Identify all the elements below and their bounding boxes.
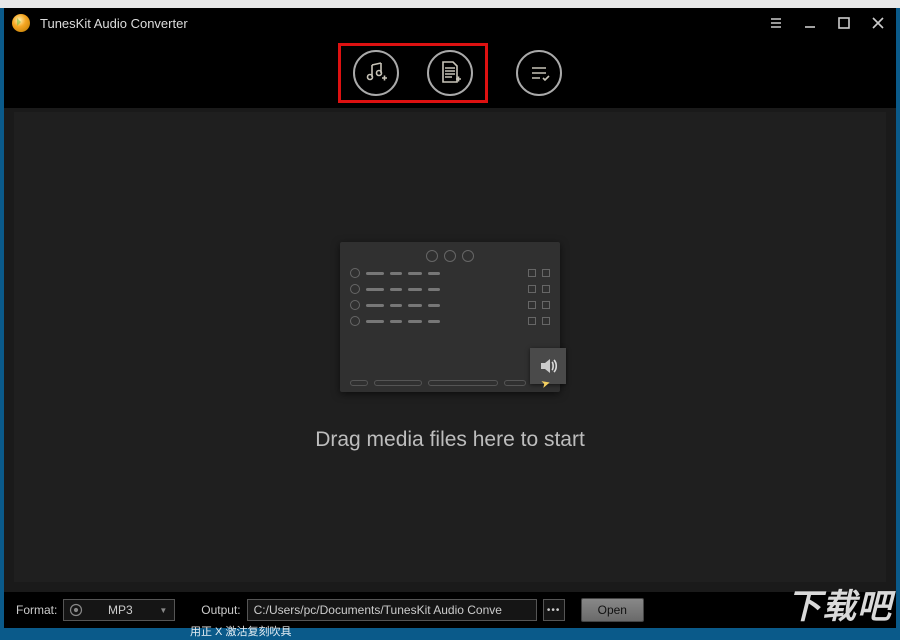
- drop-illustration: ➤: [340, 242, 560, 392]
- page-footer-strip: [0, 628, 900, 640]
- format-value: MP3: [90, 603, 150, 617]
- tutorial-highlight-box: [338, 43, 488, 103]
- browse-output-button[interactable]: •••: [543, 599, 565, 621]
- chevron-down-icon: ▼: [156, 606, 170, 615]
- file-plus-icon: [437, 60, 463, 86]
- settings-menu-button[interactable]: [516, 50, 562, 96]
- drop-zone[interactable]: ➤ Drag media files here to start: [14, 112, 886, 582]
- open-button-label: Open: [598, 603, 627, 617]
- output-label: Output:: [201, 603, 240, 617]
- open-button[interactable]: Open: [581, 598, 644, 622]
- app-title: TunesKit Audio Converter: [40, 16, 766, 31]
- close-button[interactable]: [868, 13, 888, 33]
- maximize-button[interactable]: [834, 13, 854, 33]
- titlebar: TunesKit Audio Converter: [4, 8, 896, 38]
- app-window: TunesKit Audio Converter: [4, 8, 896, 628]
- bottombar: Format: MP3 ▼ Output: C:/Users/pc/Docume…: [4, 592, 896, 628]
- add-file-button[interactable]: [427, 50, 473, 96]
- browser-chrome: [0, 0, 900, 8]
- toolbar-group: [338, 43, 562, 103]
- page-footer-text: 用正 X 激沽复刻吹具: [190, 623, 291, 639]
- format-label: Format:: [16, 603, 57, 617]
- format-type-icon: [68, 602, 84, 618]
- drop-hint-text: Drag media files here to start: [315, 428, 585, 452]
- toolbar: [4, 38, 896, 108]
- music-plus-icon: [363, 60, 389, 86]
- window-menu-icon[interactable]: [766, 13, 786, 33]
- output-path-value: C:/Users/pc/Documents/TunesKit Audio Con…: [254, 603, 502, 617]
- format-selector[interactable]: MP3 ▼: [63, 599, 175, 621]
- window-controls: [766, 13, 888, 33]
- add-music-button[interactable]: [353, 50, 399, 96]
- menu-check-icon: [526, 60, 552, 86]
- output-path-field[interactable]: C:/Users/pc/Documents/TunesKit Audio Con…: [247, 599, 537, 621]
- app-logo-icon: [12, 14, 30, 32]
- minimize-button[interactable]: [800, 13, 820, 33]
